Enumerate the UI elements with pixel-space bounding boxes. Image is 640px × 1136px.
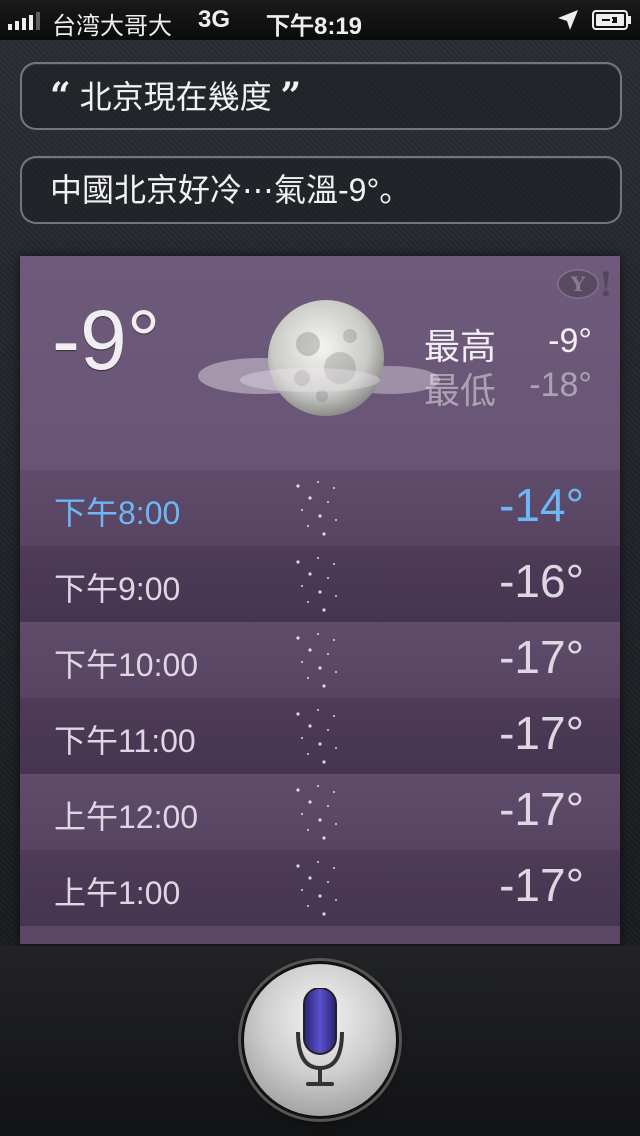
status-time: 下午8:19 bbox=[266, 13, 363, 40]
microphone-icon bbox=[296, 988, 344, 1086]
yahoo-icon: Y ! bbox=[557, 266, 614, 302]
hour-temperature: -17° bbox=[499, 631, 584, 683]
current-temperature: -9° bbox=[52, 293, 161, 387]
night-stars-icon bbox=[296, 709, 337, 764]
hourly-row: 下午8:00 -14° bbox=[20, 470, 620, 546]
hourly-row: 上午1:00 -17° bbox=[20, 850, 620, 926]
hour-time: 上午1:00 bbox=[54, 875, 181, 911]
carrier-name: 台湾大哥大 bbox=[52, 13, 172, 40]
hourly-row: 下午10:00 -17° bbox=[20, 622, 620, 698]
weather-card[interactable]: Y ! -9° 最高 -9° 最低 -18° 下午8:00 -14° 下午9:0… bbox=[20, 256, 620, 944]
hour-temperature: -17° bbox=[499, 707, 584, 759]
hour-temperature: -14° bbox=[499, 479, 584, 531]
user-question-bubble: “ 北京現在幾度 ” bbox=[20, 62, 622, 130]
hour-time: 下午11:00 bbox=[54, 723, 196, 759]
hour-time: 下午9:00 bbox=[54, 571, 181, 607]
hour-time: 下午8:00 bbox=[54, 495, 181, 531]
high-temp-row: 最高 -9° bbox=[424, 318, 592, 367]
high-low-temps: 最高 -9° 最低 -18° bbox=[424, 318, 592, 411]
hour-temperature: -17° bbox=[499, 859, 584, 911]
user-question-text: 北京現在幾度 bbox=[79, 79, 272, 115]
hourly-row: 上午12:00 -17° bbox=[20, 774, 620, 850]
network-type: 3G bbox=[198, 6, 231, 33]
hour-temperature: -17° bbox=[499, 783, 584, 835]
svg-text:Y: Y bbox=[570, 272, 586, 296]
night-stars-icon bbox=[296, 557, 337, 612]
signal-strength-icon bbox=[8, 12, 40, 30]
siri-answer-bubble: 中國北京好冷⋯氣溫-9°。 bbox=[20, 156, 622, 224]
night-stars-icon bbox=[296, 785, 337, 840]
hour-time: 下午10:00 bbox=[54, 647, 199, 683]
night-stars-icon bbox=[296, 481, 337, 536]
hourly-row: 下午11:00 -17° bbox=[20, 698, 620, 774]
svg-text:!: ! bbox=[599, 266, 614, 302]
high-value: -9° bbox=[548, 322, 592, 360]
status-bar: 台湾大哥大 3G 下午8:19 bbox=[0, 0, 640, 40]
hour-temperature: -16° bbox=[499, 555, 584, 607]
night-stars-icon bbox=[296, 861, 337, 916]
low-value: -18° bbox=[529, 366, 592, 404]
night-stars-icon bbox=[296, 633, 337, 688]
hour-time: 上午12:00 bbox=[54, 799, 199, 835]
low-temp-row: 最低 -18° bbox=[424, 362, 592, 411]
hourly-row: 下午9:00 -16° bbox=[20, 546, 620, 622]
close-quote-mark: ” bbox=[280, 75, 302, 117]
siri-answer-text: 中國北京好冷⋯氣溫-9°。 bbox=[50, 172, 412, 208]
location-arrow-icon bbox=[558, 10, 578, 30]
low-label: 最低 bbox=[424, 370, 497, 411]
moon-cloud-icon bbox=[198, 300, 440, 416]
battery-charging-icon bbox=[592, 10, 631, 30]
open-quote-mark: “ bbox=[50, 75, 71, 117]
